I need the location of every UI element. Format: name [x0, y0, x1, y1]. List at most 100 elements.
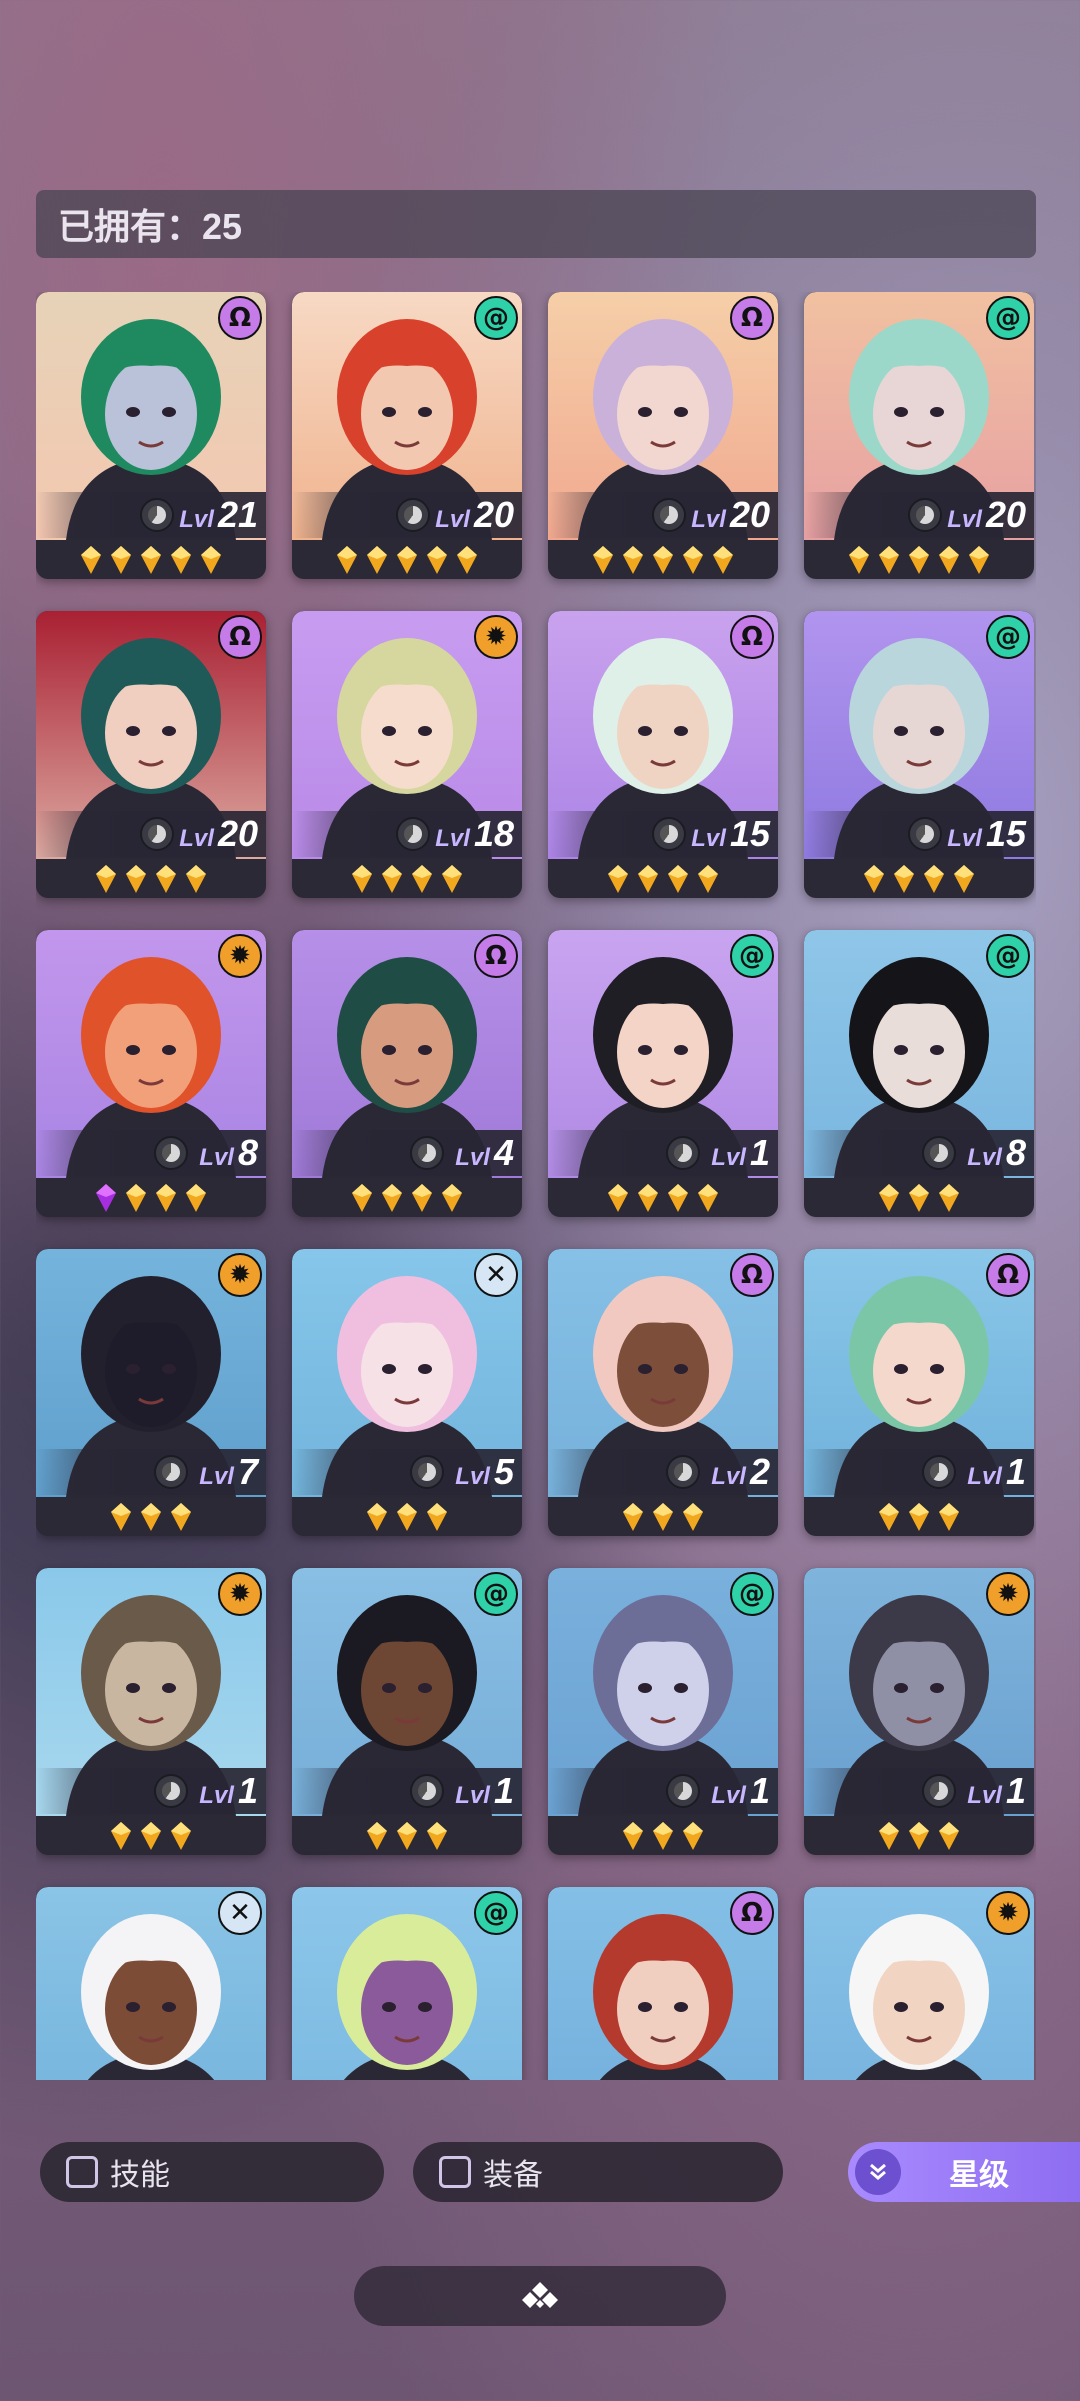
- level-prefix: Lvl: [435, 825, 470, 852]
- level-prefix: Lvl: [455, 1144, 490, 1171]
- hero-card[interactable]: @ Lvl 1: [292, 1568, 522, 1855]
- hero-card[interactable]: @ Lvl 8: [804, 930, 1034, 1217]
- hero-card[interactable]: Ω Lvl 4: [292, 930, 522, 1217]
- skill-dot-icon: [154, 1774, 188, 1808]
- swirl-icon: @: [730, 934, 774, 978]
- skill-dot-icon: [666, 1774, 700, 1808]
- skill-dot-icon: [410, 1774, 444, 1808]
- level-prefix: Lvl: [967, 1144, 1002, 1171]
- level-prefix: Lvl: [199, 1463, 234, 1490]
- hero-card[interactable]: Ω Lvl 20: [36, 611, 266, 898]
- level-number: 1: [749, 1132, 770, 1173]
- level-number: 2: [749, 1451, 770, 1492]
- skill-dot-icon: [140, 498, 174, 532]
- skill-checkbox[interactable]: [66, 2156, 98, 2188]
- star-rating: [292, 859, 522, 898]
- hero-card[interactable]: Ω Lvl 2: [548, 1249, 778, 1536]
- hero-card[interactable]: ✹ Lvl 7: [36, 1249, 266, 1536]
- hero-level: Lvl 20: [179, 813, 258, 855]
- level-number: 20: [217, 813, 258, 854]
- level-number: 1: [493, 1770, 514, 1811]
- gear-icon: ✹: [986, 1572, 1030, 1616]
- hero-level: Lvl 7: [199, 1451, 258, 1493]
- skill-dot-icon: [154, 1136, 188, 1170]
- skill-dot-icon: [396, 817, 430, 851]
- hero-level: Lvl 15: [691, 813, 770, 855]
- hero-card[interactable]: @ Lvl 1: [548, 1568, 778, 1855]
- owned-count-text: 已拥有：25: [58, 206, 243, 247]
- star-rating: [36, 1178, 266, 1217]
- cross-icon: ✕: [218, 1891, 262, 1935]
- hero-level: Lvl 1: [967, 1451, 1026, 1493]
- hero-card[interactable]: @ Lvl 20: [804, 292, 1034, 579]
- star-rating: [548, 859, 778, 898]
- hero-card[interactable]: @: [292, 1887, 522, 2080]
- omega-icon: Ω: [474, 934, 518, 978]
- hero-card[interactable]: Ω Lvl 21: [36, 292, 266, 579]
- level-number: 20: [729, 494, 770, 535]
- hero-level: Lvl 20: [947, 494, 1026, 536]
- hero-card[interactable]: Ω Lvl 15: [548, 611, 778, 898]
- level-prefix: Lvl: [455, 1782, 490, 1809]
- hero-card[interactable]: ✹ Lvl 18: [292, 611, 522, 898]
- skill-filter-toggle[interactable]: 技能: [40, 2142, 384, 2202]
- equip-checkbox[interactable]: [439, 2156, 471, 2188]
- star-rating: [548, 1497, 778, 1536]
- star-rating: [804, 1178, 1034, 1217]
- owned-count-bar: 已拥有：25: [36, 190, 1036, 258]
- hero-card[interactable]: ✕ Lvl 5: [292, 1249, 522, 1536]
- hero-level: Lvl 20: [435, 494, 514, 536]
- hero-grid[interactable]: Ω Lvl 21 @ Lvl 20 Ω Lvl 20 @ Lvl 20 Ω Lvl 20 ✹ Lvl 18 Ω Lvl…: [36, 292, 1036, 2080]
- star-rating: [36, 1497, 266, 1536]
- hero-card[interactable]: ✹: [804, 1887, 1034, 2080]
- level-prefix: Lvl: [435, 506, 470, 533]
- level-prefix: Lvl: [947, 825, 982, 852]
- hero-level: Lvl 1: [711, 1770, 770, 1812]
- hero-card[interactable]: @ Lvl 20: [292, 292, 522, 579]
- skill-dot-icon: [908, 498, 942, 532]
- level-prefix: Lvl: [967, 1782, 1002, 1809]
- skill-dot-icon: [922, 1136, 956, 1170]
- hero-card[interactable]: ✹ Lvl 8: [36, 930, 266, 1217]
- star-rating: [804, 859, 1034, 898]
- hero-level: Lvl 1: [455, 1770, 514, 1812]
- hero-card[interactable]: @ Lvl 15: [804, 611, 1034, 898]
- level-number: 20: [473, 494, 514, 535]
- hero-level: Lvl 5: [455, 1451, 514, 1493]
- omega-icon: Ω: [218, 296, 262, 340]
- star-rating: [548, 540, 778, 579]
- hero-card[interactable]: ✕: [36, 1887, 266, 2080]
- hero-card[interactable]: ✹ Lvl 1: [36, 1568, 266, 1855]
- swirl-icon: @: [474, 296, 518, 340]
- level-number: 20: [985, 494, 1026, 535]
- skill-dot-icon: [908, 817, 942, 851]
- swirl-icon: @: [730, 1572, 774, 1616]
- star-rating: [292, 1497, 522, 1536]
- level-number: 8: [1005, 1132, 1026, 1173]
- hero-card[interactable]: @ Lvl 1: [548, 930, 778, 1217]
- hero-card[interactable]: Ω: [548, 1887, 778, 2080]
- sort-by-stars-button[interactable]: 星级: [848, 2142, 1080, 2202]
- skill-dot-icon: [410, 1136, 444, 1170]
- star-rating: [804, 1816, 1034, 1855]
- swirl-icon: @: [474, 1572, 518, 1616]
- level-number: 1: [1005, 1451, 1026, 1492]
- skill-dot-icon: [396, 498, 430, 532]
- hero-level: Lvl 8: [199, 1132, 258, 1174]
- hero-card[interactable]: Ω Lvl 1: [804, 1249, 1034, 1536]
- collapse-button[interactable]: [354, 2266, 726, 2326]
- hero-level: Lvl 1: [967, 1770, 1026, 1812]
- hero-card[interactable]: Ω Lvl 20: [548, 292, 778, 579]
- skill-dot-icon: [652, 817, 686, 851]
- star-rating: [548, 1816, 778, 1855]
- hero-level: Lvl 21: [179, 494, 258, 536]
- hero-level: Lvl 2: [711, 1451, 770, 1493]
- level-prefix: Lvl: [179, 825, 214, 852]
- level-prefix: Lvl: [691, 506, 726, 533]
- cross-icon: ✕: [474, 1253, 518, 1297]
- level-number: 21: [217, 494, 258, 535]
- diamonds-icon: [522, 2282, 558, 2308]
- hero-card[interactable]: ✹ Lvl 1: [804, 1568, 1034, 1855]
- equip-filter-toggle[interactable]: 装备: [413, 2142, 783, 2202]
- level-prefix: Lvl: [455, 1463, 490, 1490]
